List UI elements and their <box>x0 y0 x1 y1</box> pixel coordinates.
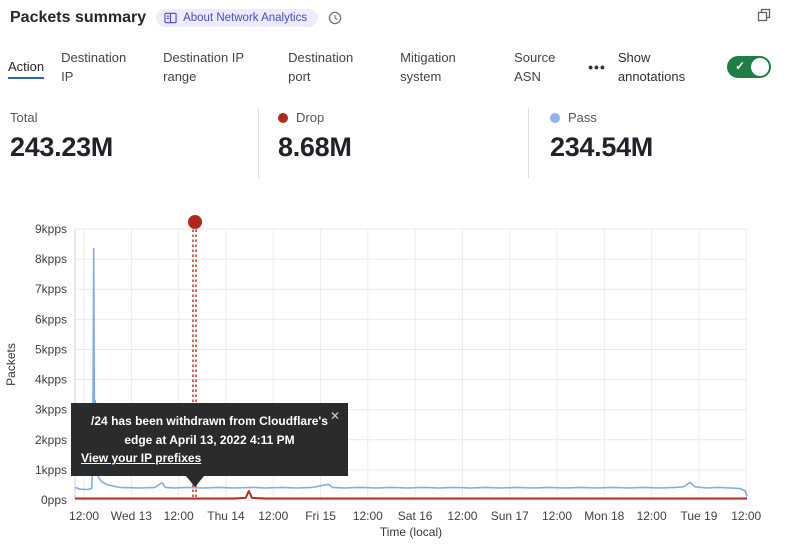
drop-legend-dot <box>278 113 288 123</box>
check-icon: ✓ <box>735 59 745 73</box>
y-tick-label: 6kpps <box>35 312 67 326</box>
y-tick-label: 9kpps <box>35 222 67 236</box>
stats-row: Total 243.23M Drop 8.68M Pass 234.54M <box>0 104 785 188</box>
tab-label: Action <box>8 59 44 79</box>
pass-legend-dot <box>550 113 560 123</box>
close-icon[interactable]: ✕ <box>330 407 340 426</box>
x-tick-label: 12:00 <box>731 509 761 523</box>
tab-label: Destination IP <box>61 50 126 85</box>
stat-divider <box>528 108 529 178</box>
show-annotations-label: Show annotations <box>618 48 704 87</box>
toggle-knob <box>751 58 769 76</box>
x-tick-label: 12:00 <box>542 509 572 523</box>
show-annotations-toggle[interactable]: ✓ <box>727 56 771 78</box>
stat-pass: Pass 234.54M <box>550 110 653 163</box>
tab-label: Source ASN <box>514 50 555 85</box>
x-tick-label: Thu 14 <box>207 509 245 523</box>
x-tick-label: Wed 13 <box>111 509 152 523</box>
expand-icon[interactable] <box>757 8 771 22</box>
tab-action[interactable]: Action <box>8 57 44 77</box>
x-tick-label: Mon 18 <box>584 509 624 523</box>
x-tick-label: Tue 19 <box>680 509 717 523</box>
x-tick-label: 12:00 <box>258 509 288 523</box>
y-tick-label: 5kpps <box>35 342 67 356</box>
view-ip-prefixes-link[interactable]: View your IP prefixes <box>81 449 201 468</box>
page-title: Packets summary <box>10 9 146 27</box>
y-axis-title: Packets <box>4 343 18 386</box>
tab-label: Destination IP range <box>163 50 244 85</box>
book-icon <box>164 12 177 24</box>
clock-icon <box>328 11 342 25</box>
x-tick-label: 12:00 <box>164 509 194 523</box>
stat-pass-value: 234.54M <box>550 132 653 163</box>
x-tick-label: 12:00 <box>447 509 477 523</box>
series-drop <box>75 491 747 499</box>
badge-label: About Network Analytics <box>183 12 307 24</box>
stat-total-value: 243.23M <box>10 132 113 163</box>
x-axis-title: Time (local) <box>380 525 442 539</box>
stat-total-label: Total <box>10 110 37 125</box>
stat-pass-label: Pass <box>568 110 597 125</box>
y-tick-label: 2kpps <box>35 433 67 447</box>
y-tick-label: 0pps <box>41 493 67 507</box>
tab-label: Mitigation system <box>400 50 456 85</box>
y-tick-label: 7kpps <box>35 282 67 296</box>
chart-canvas: 0pps 1kpps 2kpps 3kpps 4kpps 5kpps 6kpps 7kpps 8… <box>0 195 785 543</box>
x-tick-label: Sat 16 <box>398 509 433 523</box>
more-tabs-button[interactable]: ••• <box>586 57 608 77</box>
tab-mitigation-system[interactable]: Mitigation system <box>400 48 490 87</box>
panel-header: Packets summary About Network Analytics <box>10 9 342 27</box>
tab-destination-port[interactable]: Destination port <box>288 48 376 87</box>
x-tick-label: Sun 17 <box>491 509 529 523</box>
annotation-marker-dot[interactable] <box>188 215 202 229</box>
stat-drop: Drop 8.68M <box>278 110 352 163</box>
annotation-tooltip: ✕ /24 has been withdrawn from Cloudflare… <box>71 403 348 476</box>
packets-chart: 0pps 1kpps 2kpps 3kpps 4kpps 5kpps 6kpps 7kpps 8… <box>0 195 785 555</box>
tab-source-asn[interactable]: Source ASN <box>514 48 572 87</box>
x-tick-label: 12:00 <box>637 509 667 523</box>
x-tick-label: Fri 15 <box>305 509 336 523</box>
stat-drop-value: 8.68M <box>278 132 352 163</box>
stat-drop-label: Drop <box>296 110 324 125</box>
tab-destination-ip[interactable]: Destination IP <box>61 48 139 87</box>
stat-total: Total 243.23M <box>10 110 113 163</box>
tab-bar: Action Destination IP Destination IP range… <box>8 42 785 92</box>
y-tick-label: 4kpps <box>35 373 67 387</box>
stat-divider <box>258 108 259 178</box>
annotation-message: /24 has been withdrawn from Cloudflare's… <box>81 412 338 449</box>
tab-destination-ip-range[interactable]: Destination IP range <box>163 48 264 87</box>
x-tick-label: 12:00 <box>353 509 383 523</box>
y-tick-label: 8kpps <box>35 252 67 266</box>
about-network-analytics-link[interactable]: About Network Analytics <box>156 9 318 27</box>
y-tick-label: 1kpps <box>35 463 67 477</box>
y-tick-label: 3kpps <box>35 403 67 417</box>
x-tick-label: 12:00 <box>69 509 99 523</box>
tab-label: Destination port <box>288 50 353 85</box>
